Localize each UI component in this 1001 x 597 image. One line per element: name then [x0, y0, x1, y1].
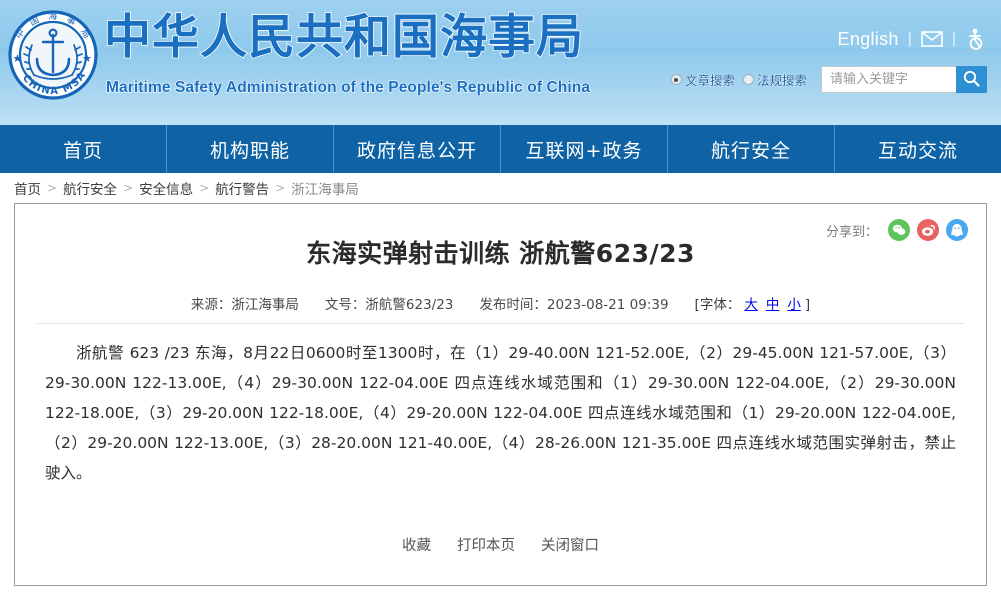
nav-item-home[interactable]: 首页	[0, 125, 167, 173]
breadcrumb-separator: >	[123, 181, 134, 195]
svg-text:★: ★	[13, 53, 23, 65]
breadcrumb-item-safety-info[interactable]: 安全信息	[139, 178, 193, 198]
article-doc-number-label: 文号：	[324, 296, 366, 313]
weibo-share-icon[interactable]	[917, 219, 939, 241]
article-actions: 收藏 打印本页 关闭窗口	[15, 534, 986, 555]
breadcrumb-separator: >	[47, 181, 58, 195]
font-size-controls: [字体：大中小]	[695, 293, 811, 313]
favorite-link[interactable]: 收藏	[402, 534, 431, 555]
article-source-value: 浙江海事局	[231, 296, 299, 313]
article-card: 分享到： 东海实弹射击训练 浙航警623/23 来源：浙江海事局 文号：浙航警6…	[14, 203, 987, 586]
share-row: 分享到：	[826, 219, 968, 241]
nav-item-internet-government[interactable]: 互联网+政务	[501, 125, 668, 173]
breadcrumb-separator: >	[275, 181, 286, 195]
article-doc-number-value: 浙航警623/23	[365, 296, 454, 313]
breadcrumb-item-zhejiang-msa: 浙江海事局	[291, 182, 359, 198]
search-scope-regulation[interactable]: 法规搜索	[742, 70, 808, 89]
radio-regulation-indicator[interactable]	[742, 74, 754, 85]
font-bracket-open: [字体：	[694, 296, 741, 313]
china-msa-logo[interactable]: 中 国 海 事 局 CHINA MSA ★ ★	[7, 9, 99, 101]
font-bracket-close: ]	[804, 296, 811, 313]
site-title-chinese: 中华人民共和国海事局	[103, 10, 584, 65]
article-source-label: 来源：	[190, 296, 232, 313]
breadcrumb-item-navigation-warning[interactable]: 航行警告	[215, 178, 269, 198]
article-meta-row: 来源：浙江海事局 文号：浙航警623/23 发布时间：2023-08-21 09…	[15, 293, 986, 313]
header-utility-row: English | |	[838, 28, 987, 50]
search-scope-article-label: 文章搜索	[684, 74, 736, 89]
utility-separator-2: |	[951, 30, 956, 47]
font-size-large[interactable]: 大	[744, 297, 758, 313]
article-publish-time: 发布时间：2023-08-21 09:39	[479, 293, 668, 313]
wechat-share-icon[interactable]	[888, 219, 910, 241]
share-label: 分享到：	[825, 224, 878, 240]
search-input[interactable]	[821, 66, 956, 93]
nav-item-government-info[interactable]: 政府信息公开	[334, 125, 501, 173]
font-size-medium[interactable]: 中	[766, 297, 780, 313]
qq-share-icon[interactable]	[946, 219, 968, 241]
utility-separator-1: |	[907, 30, 912, 47]
meta-divider	[37, 322, 964, 324]
accessibility-icon[interactable]	[965, 28, 987, 50]
search-icon	[963, 70, 980, 90]
article-publish-label: 发布时间：	[479, 296, 547, 313]
breadcrumb-separator: >	[199, 181, 210, 195]
article-body: 浙航警 623 /23 东海，8月22日0600时至1300时，在（1）29-4…	[45, 343, 956, 482]
search-scope-article[interactable]: 文章搜索	[670, 70, 736, 89]
search-button[interactable]	[956, 66, 987, 93]
close-window-link[interactable]: 关闭窗口	[541, 534, 599, 555]
site-title-english: Maritime Safety Administration of the Pe…	[105, 79, 591, 96]
search-box	[821, 66, 987, 93]
search-scope-regulation-label: 法规搜索	[756, 74, 808, 89]
mail-icon[interactable]	[921, 28, 943, 50]
nav-item-organization[interactable]: 机构职能	[167, 125, 334, 173]
breadcrumb: 首页 > 航行安全 > 安全信息 > 航行警告 > 浙江海事局	[0, 173, 1001, 203]
font-size-small[interactable]: 小	[787, 297, 801, 313]
site-header: 中 国 海 事 局 CHINA MSA ★ ★ 中华人民共和国海事局 Marit…	[0, 0, 1001, 125]
article-source: 来源：浙江海事局	[191, 293, 299, 313]
svg-text:★: ★	[82, 53, 92, 65]
nav-item-interaction[interactable]: 互动交流	[835, 125, 1001, 173]
header-search-row: 文章搜索 法规搜索	[670, 66, 987, 93]
print-link[interactable]: 打印本页	[457, 534, 515, 555]
radio-article-indicator[interactable]	[670, 74, 682, 85]
nav-item-navigation-safety[interactable]: 航行安全	[668, 125, 835, 173]
english-language-link[interactable]: English	[838, 29, 899, 50]
article-doc-number: 文号：浙航警623/23	[325, 293, 454, 313]
main-navigation: 首页 机构职能 政府信息公开 互联网+政务 航行安全 互动交流	[0, 125, 1001, 173]
breadcrumb-item-home[interactable]: 首页	[14, 178, 41, 198]
article-publish-value: 2023-08-21 09:39	[546, 296, 669, 313]
breadcrumb-item-navigation-safety[interactable]: 航行安全	[63, 178, 117, 198]
